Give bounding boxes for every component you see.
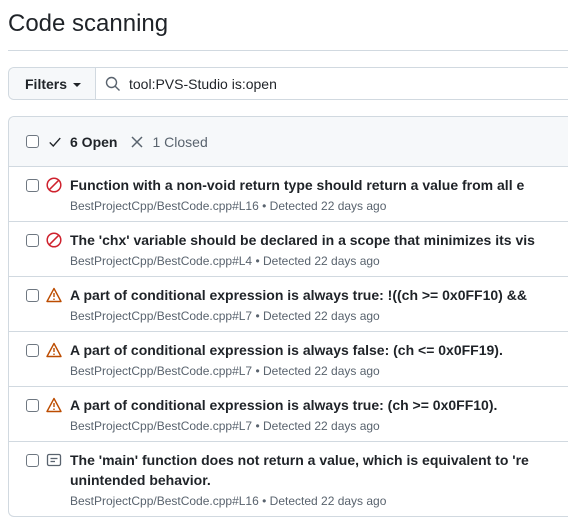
alert-checkbox[interactable] (26, 179, 39, 192)
alert-title: A part of conditional expression is alwa… (70, 287, 527, 303)
alert-title: Function with a non-void return type sho… (70, 177, 525, 193)
alert-row: The 'chx' variable should be declared in… (9, 222, 568, 277)
alert-meta: BestProjectCpp/BestCode.cpp#L16 • Detect… (70, 199, 387, 213)
search-query: tool:PVS-Studio is:open (129, 75, 277, 92)
x-icon (131, 135, 143, 148)
alert-meta: BestProjectCpp/BestCode.cpp#L7 • Detecte… (70, 309, 380, 323)
alert-row: The 'main' function does not return a va… (9, 442, 568, 516)
search-input[interactable]: tool:PVS-Studio is:open (96, 68, 277, 99)
check-icon (49, 137, 61, 147)
alert-meta: BestProjectCpp/BestCode.cpp#L7 • Detecte… (70, 419, 380, 433)
alert-title: A part of conditional expression is alwa… (70, 397, 498, 413)
filters-label: Filters (25, 75, 68, 92)
alert-row: A part of conditional expression is alwa… (9, 387, 568, 442)
alert-meta: BestProjectCpp/BestCode.cpp#L16 • Detect… (70, 494, 387, 508)
alert-title-link[interactable]: The 'chx' variable should be declared in… (70, 230, 560, 250)
filter-bar: Filters tool:PVS-Studio is:open (8, 67, 568, 100)
alert-title-link[interactable]: Function with a non-void return type sho… (70, 175, 560, 195)
alerts-list: 6 Open 1 Closed Function with a non-void… (8, 116, 568, 517)
stop-icon (46, 177, 62, 193)
alert-title-link[interactable]: A part of conditional expression is alwa… (70, 340, 560, 360)
filters-button[interactable]: Filters (9, 68, 96, 99)
alert-row: A part of conditional expression is alwa… (9, 277, 568, 332)
alert-row: Function with a non-void return type sho… (9, 167, 568, 222)
alert-title: The 'chx' variable should be declared in… (70, 232, 535, 248)
alert-meta: BestProjectCpp/BestCode.cpp#L4 • Detecte… (70, 254, 380, 268)
alert-checkbox[interactable] (26, 234, 39, 247)
page-title: Code scanning (8, 10, 169, 37)
note-icon (46, 452, 62, 468)
search-icon (105, 76, 120, 91)
alert-icon (46, 342, 62, 358)
open-count: 6 Open (70, 133, 118, 150)
stop-icon (46, 232, 62, 248)
alert-title-link[interactable]: A part of conditional expression is alwa… (70, 395, 560, 415)
alert-title-link[interactable]: A part of conditional expression is alwa… (70, 285, 560, 305)
alert-title-link[interactable]: The 'main' function does not return a va… (70, 450, 560, 490)
caret-down-icon (73, 82, 82, 87)
select-all-checkbox[interactable] (26, 135, 39, 148)
divider (8, 50, 568, 51)
alert-checkbox[interactable] (26, 344, 39, 357)
alert-checkbox[interactable] (26, 454, 39, 467)
alert-title: A part of conditional expression is alwa… (70, 342, 503, 358)
alert-icon (46, 397, 62, 413)
alert-icon (46, 287, 62, 303)
open-filter[interactable]: 6 Open (48, 134, 117, 150)
list-header: 6 Open 1 Closed (9, 117, 568, 167)
alert-title: The 'main' function does not return a va… (70, 452, 529, 468)
alert-meta: BestProjectCpp/BestCode.cpp#L7 • Detecte… (70, 364, 380, 378)
closed-count: 1 Closed (152, 133, 208, 150)
alert-checkbox[interactable] (26, 399, 39, 412)
alert-row: A part of conditional expression is alwa… (9, 332, 568, 387)
closed-filter[interactable]: 1 Closed (131, 133, 208, 150)
alert-checkbox[interactable] (26, 289, 39, 302)
alert-title-line2: unintended behavior. (70, 472, 211, 488)
alert-rows: Function with a non-void return type sho… (9, 167, 568, 516)
